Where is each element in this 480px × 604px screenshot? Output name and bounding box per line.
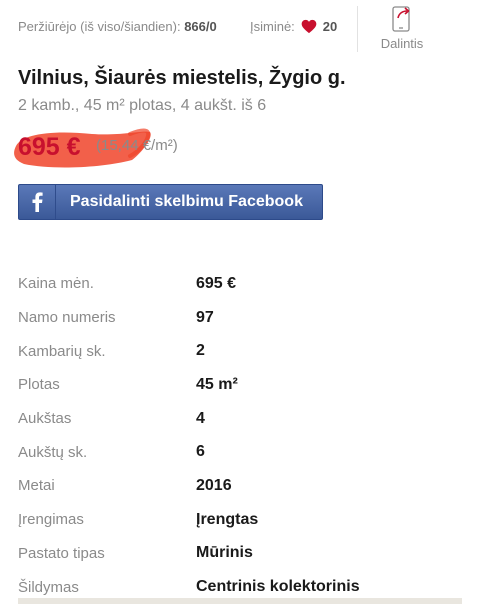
- saved-label: Įsiminė:: [250, 19, 295, 34]
- stats-bar: Peržiūrėjo (iš viso/šiandien): 866/0 Įsi…: [0, 0, 480, 62]
- price-per-sqm: (15,44 €/m²): [96, 137, 178, 154]
- detail-value: Centrinis kolektorinis: [196, 578, 360, 596]
- detail-row-floors-total: Aukštų sk. 6: [18, 435, 458, 469]
- detail-key: Plotas: [18, 376, 60, 394]
- price: 695 €: [18, 133, 81, 161]
- heart-icon[interactable]: [301, 19, 317, 34]
- share-label: Dalintis: [380, 36, 424, 51]
- detail-value: 45 m²: [196, 375, 238, 393]
- detail-row-furnishing: Įrengimas Įrengtas: [18, 503, 458, 537]
- saved-counter[interactable]: Įsiminė: 20: [250, 19, 337, 34]
- details-table: Kaina mėn. 695 € Namo numeris 97 Kambari…: [18, 267, 458, 604]
- listing-title: Vilnius, Šiaurės miestelis, Žygio g.: [18, 67, 346, 89]
- views-label: Peržiūrėjo (iš viso/šiandien):: [18, 19, 181, 34]
- facebook-button-label: Pasidalinti skelbimu Facebook: [70, 193, 303, 210]
- detail-row-floor: Aukštas 4: [18, 402, 458, 436]
- detail-value: 97: [196, 308, 214, 326]
- detail-row-year: Metai 2016: [18, 469, 458, 503]
- detail-value: Įrengtas: [196, 510, 259, 528]
- detail-value: 4: [196, 409, 205, 427]
- facebook-share-button[interactable]: Pasidalinti skelbimu Facebook: [18, 184, 323, 220]
- detail-key: Šildymas: [18, 578, 79, 596]
- detail-row-house-number: Namo numeris 97: [18, 301, 458, 335]
- detail-key: Įrengimas: [18, 511, 84, 529]
- facebook-icon: [19, 185, 56, 219]
- detail-key: Aukštas: [18, 410, 72, 428]
- phone-share-icon: [392, 6, 410, 32]
- detail-value: 2016: [196, 476, 232, 494]
- detail-row-area: Plotas 45 m²: [18, 368, 458, 402]
- detail-value: 2: [196, 342, 205, 360]
- detail-value: 6: [196, 443, 205, 461]
- detail-key: Namo numeris: [18, 309, 116, 327]
- views-value: 866/0: [184, 19, 217, 34]
- detail-key: Metai: [18, 477, 55, 495]
- detail-row-building-type: Pastato tipas Mūrinis: [18, 537, 458, 571]
- detail-row-price: Kaina mėn. 695 €: [18, 267, 458, 301]
- views-counter: Peržiūrėjo (iš viso/šiandien): 866/0: [18, 19, 217, 34]
- detail-key: Pastato tipas: [18, 544, 105, 562]
- detail-key: Kaina mėn.: [18, 275, 94, 293]
- detail-value: Mūrinis: [196, 544, 253, 562]
- divider: [357, 6, 358, 52]
- detail-key: Aukštų sk.: [18, 443, 88, 461]
- map-preview[interactable]: [18, 598, 462, 604]
- detail-key: Kambarių sk.: [18, 342, 106, 360]
- detail-row-rooms: Kambarių sk. 2: [18, 334, 458, 368]
- detail-value: 695 €: [196, 274, 237, 292]
- saved-value: 20: [322, 19, 338, 34]
- listing-subtitle: 2 kamb., 45 m² plotas, 4 aukšt. iš 6: [18, 97, 267, 114]
- share-button[interactable]: Dalintis: [372, 4, 432, 51]
